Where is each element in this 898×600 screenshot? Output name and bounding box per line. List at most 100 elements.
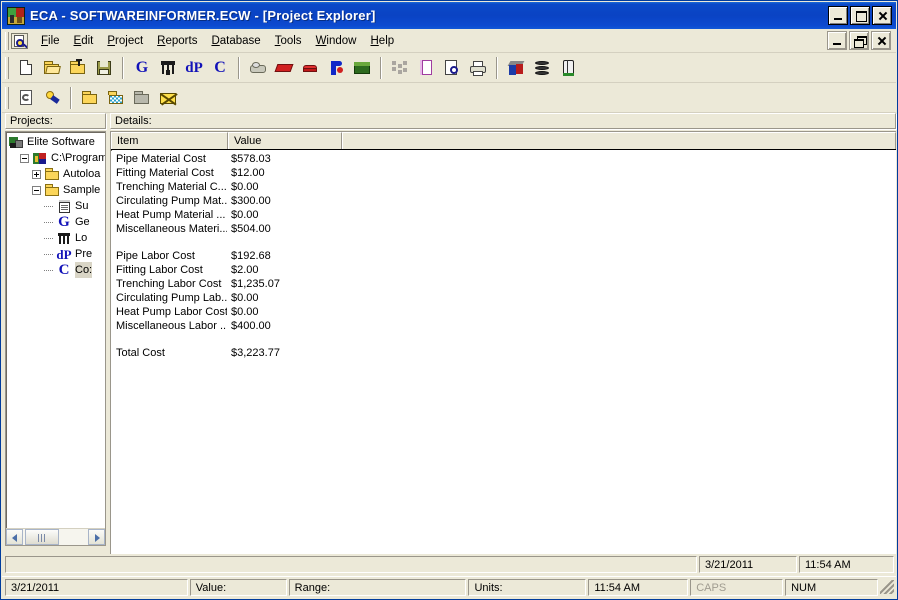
scroll-right-arrow[interactable] xyxy=(88,529,105,545)
tree-node-co[interactable]: C Co: xyxy=(6,262,105,278)
table-row[interactable]: Heat Pump Labor Cost $0.00 xyxy=(111,305,896,319)
three-d-view-button[interactable] xyxy=(504,56,528,80)
cell-value: $192.68 xyxy=(231,250,271,262)
cell-item: Circulating Pump Lab... xyxy=(116,292,227,304)
tree-node-pre[interactable]: dP Pre xyxy=(6,246,105,262)
menu-drag-grip[interactable] xyxy=(5,31,9,50)
print-preview-button[interactable] xyxy=(440,56,464,80)
status-time: 11:54 AM xyxy=(588,578,689,596)
table-row[interactable]: Circulating Pump Lab... $0.00 xyxy=(111,291,896,305)
table-row[interactable]: Trenching Labor Cost $1,235.07 xyxy=(111,277,896,291)
print-button[interactable] xyxy=(466,56,490,80)
tree-node-lo[interactable]: Lo xyxy=(6,230,105,246)
table-row[interactable]: Miscellaneous Labor ... $400.00 xyxy=(111,319,896,333)
open-folder-button[interactable] xyxy=(78,86,102,110)
open-file-button[interactable] xyxy=(40,56,64,80)
tree-node-ge[interactable]: G Ge xyxy=(6,214,105,230)
table-row[interactable]: Fitting Labor Cost $2.00 xyxy=(111,263,896,277)
dp-program-button[interactable]: dP xyxy=(182,56,206,80)
mdi-status-date: 3/21/2011 xyxy=(699,556,797,573)
tree-node-autoloa[interactable]: Autoloa xyxy=(6,166,105,182)
new-folder-button[interactable] xyxy=(104,86,128,110)
table-row[interactable]: Miscellaneous Materi... $504.00 xyxy=(111,222,896,236)
menu-file[interactable]: File xyxy=(34,32,67,50)
menu-database[interactable]: Database xyxy=(204,32,267,50)
menu-edit[interactable]: Edit xyxy=(67,32,101,50)
primary-toolbar: G dP C xyxy=(2,53,896,83)
cell-item xyxy=(111,333,227,346)
red-boiler-icon xyxy=(301,59,319,77)
ground-loop-program-button[interactable] xyxy=(350,56,374,80)
table-row[interactable]: Total Cost $3,223.77 xyxy=(111,346,896,360)
archive-folder-button[interactable] xyxy=(130,86,154,110)
layout-button[interactable] xyxy=(388,56,412,80)
mdi-restore-button[interactable] xyxy=(849,31,869,50)
table-row-spacer xyxy=(111,236,896,249)
project-icon xyxy=(32,151,48,166)
collapse-icon[interactable] xyxy=(20,153,29,163)
duct-program-button[interactable] xyxy=(156,56,180,80)
radiant-program-button[interactable] xyxy=(272,56,296,80)
table-row[interactable]: Trenching Material C... $0.00 xyxy=(111,180,896,194)
c-program-button[interactable]: C xyxy=(208,56,232,80)
tree-node-su[interactable]: Su xyxy=(6,198,105,214)
find-button[interactable] xyxy=(40,86,64,110)
open-project-button[interactable] xyxy=(66,56,90,80)
cell-item: Heat Pump Labor Cost xyxy=(116,306,227,318)
menu-tools[interactable]: Tools xyxy=(268,32,309,50)
table-row[interactable]: Pipe Material Cost $578.03 xyxy=(111,152,896,166)
maximize-button[interactable] xyxy=(850,6,870,25)
save-button[interactable] xyxy=(92,56,116,80)
mdi-minimize-button[interactable] xyxy=(827,31,847,50)
close-button[interactable] xyxy=(872,6,892,25)
menu-project[interactable]: Project xyxy=(100,32,150,50)
tank-button[interactable] xyxy=(556,56,580,80)
cloud-water-icon xyxy=(249,59,267,77)
report-window-button[interactable] xyxy=(414,56,438,80)
tree-horizontal-scrollbar[interactable] xyxy=(6,528,105,545)
details-panel-label: Details: xyxy=(110,113,896,129)
menu-reports[interactable]: Reports xyxy=(150,32,204,50)
mdi-close-button[interactable] xyxy=(871,31,891,50)
tree-connector xyxy=(44,269,53,271)
menu-window[interactable]: Window xyxy=(309,32,364,50)
table-row[interactable]: Circulating Pump Mat... $300.00 xyxy=(111,194,896,208)
table-row[interactable]: Pipe Labor Cost $192.68 xyxy=(111,249,896,263)
document-search-icon[interactable] xyxy=(11,32,28,49)
application-icon xyxy=(7,6,25,25)
delete-mail-button[interactable] xyxy=(156,86,180,110)
expand-icon[interactable] xyxy=(32,169,41,179)
boiler-program-button[interactable] xyxy=(298,56,322,80)
cell-value: $504.00 xyxy=(231,223,271,235)
column-header-blank[interactable] xyxy=(342,132,896,149)
toolbar-drag-grip[interactable] xyxy=(5,56,9,79)
scroll-left-arrow[interactable] xyxy=(6,529,23,545)
tree-node-c-program[interactable]: C:\Program xyxy=(6,150,105,166)
collapse-icon[interactable] xyxy=(32,185,41,195)
projects-panel-label: Projects: xyxy=(5,113,106,129)
table-row[interactable]: Heat Pump Material ... $0.00 xyxy=(111,208,896,222)
toolbar2-drag-grip[interactable] xyxy=(5,86,9,109)
column-header-item[interactable]: Item xyxy=(111,132,228,149)
tree-node-elite-software[interactable]: Elite Software xyxy=(6,134,105,150)
cylinder-tank-icon xyxy=(559,59,577,77)
minimize-button[interactable] xyxy=(828,6,848,25)
scroll-track[interactable] xyxy=(23,529,88,545)
details-rows[interactable]: Pipe Material Cost $578.03 Fitting Materia… xyxy=(111,151,896,554)
water-program-button[interactable] xyxy=(246,56,270,80)
scroll-thumb[interactable] xyxy=(25,529,59,545)
letter-c-icon: C xyxy=(214,58,226,76)
new-file-button[interactable] xyxy=(14,56,38,80)
resize-grip[interactable] xyxy=(880,580,894,594)
projects-tree[interactable]: Elite Software C:\Program Autoloa Sample Su G… xyxy=(6,132,105,527)
table-row[interactable]: Fitting Material Cost $12.00 xyxy=(111,166,896,180)
pipe-program-button[interactable] xyxy=(324,56,348,80)
tree-node-sample[interactable]: Sample xyxy=(6,182,105,198)
secondary-toolbar xyxy=(2,83,896,113)
database-button[interactable] xyxy=(530,56,554,80)
refresh-button[interactable] xyxy=(14,86,38,110)
tree-node-label: Su xyxy=(75,200,89,212)
column-header-value[interactable]: Value xyxy=(228,132,342,149)
menu-help[interactable]: Help xyxy=(363,32,401,50)
g-program-button[interactable]: G xyxy=(130,56,154,80)
